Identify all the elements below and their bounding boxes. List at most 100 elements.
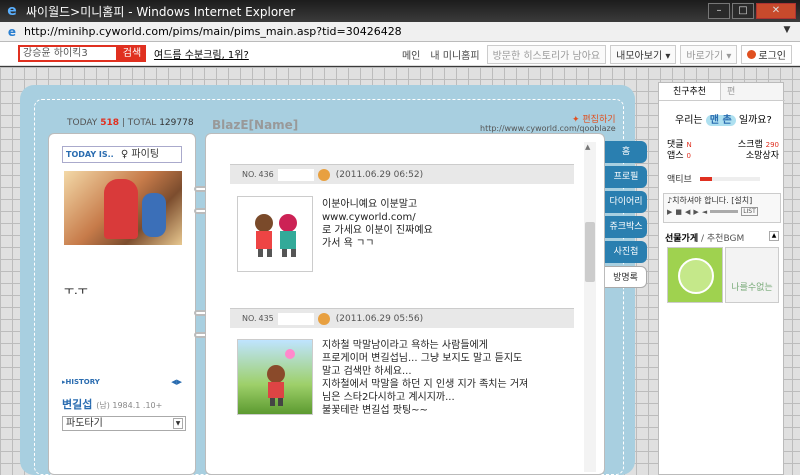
stat-item[interactable]: 스크랩 290 [738, 137, 779, 150]
smiley-icon [678, 258, 714, 294]
ie-logo-icon: e [7, 3, 17, 19]
post-header: NO. 435 (2011.06.29 05:56) [230, 308, 574, 328]
volume-slider[interactable] [710, 210, 739, 213]
minihome-url[interactable]: http://www.cyworld.com/qooblaze [480, 124, 616, 133]
search-button[interactable]: 검색 [118, 45, 146, 62]
today-label: TODAY [67, 118, 98, 128]
gift-item[interactable]: 나를수없는 [725, 247, 779, 303]
photo-figure [104, 179, 138, 239]
post-number: 436 [258, 170, 274, 179]
stat-item[interactable]: 댓글 N [667, 137, 692, 150]
goto-label: 바로가기 [686, 51, 724, 62]
post-line: 님은 스타2다시하고 계시지까... [322, 392, 455, 403]
history-arrows-icon[interactable]: ◀▶ [171, 378, 182, 386]
tab-home[interactable]: 홈 [605, 141, 647, 163]
stats-row: 댓글 N 스크랩 290 [667, 137, 779, 150]
activity-fill [699, 176, 712, 181]
wave-select[interactable]: 파도타기 ▼ [62, 416, 186, 431]
gift-item[interactable] [667, 247, 723, 303]
tab-friend-recommend[interactable]: 친구추천 [659, 83, 721, 100]
menu-my-minihome[interactable]: 내 미니홈피 [427, 47, 482, 62]
gift-shop-header: 선물가게 / 추천BGM ▲ [665, 231, 779, 244]
stop-icon[interactable]: ■ [675, 208, 682, 216]
hot-link[interactable]: 여드름 수분크림, 1위? [154, 46, 249, 61]
post-number: 435 [258, 314, 274, 323]
post-no-label: NO. [242, 170, 257, 179]
post-line: www.cyworld.com/ [322, 212, 416, 223]
scroll-thumb[interactable] [585, 222, 595, 282]
tab-guestbook[interactable]: 방명록 [605, 266, 647, 288]
window-titlebar: e 싸이월드>미니홈피 - Windows Internet Explorer … [0, 0, 800, 22]
stat-item[interactable]: 앱스 0 [667, 148, 691, 161]
minimi-icon [317, 312, 330, 325]
play-icon[interactable]: ▶ [667, 208, 672, 216]
maximize-icon[interactable]: □ [732, 3, 754, 19]
history-label: ▸HISTORY [62, 378, 100, 386]
activity-label: 액티브 [667, 175, 692, 185]
next-icon[interactable]: ▶ [693, 208, 698, 216]
post-line: 불꽃테란 변길섭 팟팅~~ [322, 405, 428, 416]
prev-icon[interactable]: ◀ [685, 208, 690, 216]
address-bar: e http://minihp.cyworld.com/pims/main/pi… [0, 22, 800, 42]
tab-second[interactable]: 편 [721, 83, 783, 100]
tab-diary[interactable]: 다이어리 [605, 191, 647, 213]
chevron-down-icon: ▼ [173, 418, 183, 429]
post-line: 말고 검색만 하세요... [322, 366, 412, 377]
chevron-down-icon: ▾ [726, 51, 732, 62]
post-no-label: NO. [242, 314, 257, 323]
status-message: ㅜ.ㅜ [64, 284, 88, 297]
sidebar-tabs: 친구추천 편 [659, 83, 785, 101]
tab-profile[interactable]: 프로필 [605, 166, 647, 188]
window-controls: – □ ✕ [708, 3, 796, 19]
stats-row: 앱스 0 소망상자 [667, 148, 779, 161]
post-author-box[interactable] [277, 312, 314, 325]
post-body: 지하철 막말남이라고 욕하는 사람들에게 프로게이머 변길섭님... 그냥 보지… [322, 339, 528, 417]
playlist-button[interactable]: LIST [741, 207, 758, 216]
total-count: 129778 [159, 118, 194, 128]
window-title: 싸이월드>미니홈피 - Windows Internet Explorer [26, 4, 296, 19]
bgm-player: ♪치하셔야 합니다. [설치] ▶ ■ ◀ ▶ ◄ LIST [663, 193, 781, 223]
left-panel: TODAY IS.. ♀ 파이팅 ㅜ.ㅜ ▸HISTORY ◀▶ 변길섭 (남)… [48, 133, 196, 475]
tab-photos[interactable]: 사진첩 [605, 241, 647, 263]
today-count: 518 [100, 118, 119, 128]
minimi-field-icon [267, 349, 295, 406]
today-mood: 파이팅 [131, 149, 160, 160]
post-minimi-image [237, 339, 313, 415]
stat-value: 0 [686, 152, 691, 160]
post-line: 프로게이머 변길섭님... 그냥 보지도 말고 듣지도 [322, 353, 523, 364]
gift-subtitle[interactable]: / 추천BGM [701, 234, 744, 244]
total-label: TOTAL [127, 118, 157, 128]
post-line: 지하철에서 막말을 하던 지 인생 지가 족치는 거져 [322, 379, 529, 390]
chevron-down-icon: ▾ [665, 51, 671, 62]
player-song[interactable]: ♪치하셔야 합니다. [설치] [664, 194, 780, 207]
expand-icon[interactable]: ▲ [769, 231, 779, 241]
login-button[interactable]: 로그인 [741, 45, 792, 64]
stat-item[interactable]: 소망상자 [746, 148, 779, 161]
minimize-icon[interactable]: – [708, 3, 730, 19]
question-pill[interactable]: 맨 촌 [705, 115, 736, 126]
chevron-down-icon[interactable]: ▼ [780, 25, 794, 39]
today-is-label: TODAY IS.. [66, 150, 114, 159]
profile-name[interactable]: 변길섭 [62, 398, 92, 411]
scroll-up-icon[interactable]: ▲ [585, 143, 590, 151]
login-icon [747, 50, 757, 59]
activity-bar [699, 176, 760, 181]
post-date: (2011.06.29 05:56) [335, 313, 424, 324]
post-author-box[interactable] [277, 168, 314, 181]
goto-button[interactable]: 바로가기 ▾ [680, 45, 738, 64]
guestbook-scrollbar[interactable]: ▲ [584, 142, 596, 472]
search-input[interactable]: 강승윤 하이킥3 [18, 45, 118, 62]
login-label: 로그인 [758, 51, 786, 62]
collect-button[interactable]: 내모아보기 ▾ [610, 45, 677, 64]
close-icon[interactable]: ✕ [756, 3, 796, 19]
history-header: ▸HISTORY ◀▶ [62, 378, 182, 386]
page-icon: e [7, 24, 17, 39]
post-line: 지하철 막말남이라고 욕하는 사람들에게 [322, 340, 488, 351]
gift-title[interactable]: 선물가게 [665, 234, 698, 244]
profile-photo [64, 171, 182, 245]
url-field[interactable]: http://minihp.cyworld.com/pims/main/pims… [24, 25, 402, 38]
history-button[interactable]: 방문한 히스토리가 남아요 [486, 45, 607, 64]
tab-jukebox[interactable]: 쥬크박스 [605, 216, 647, 238]
menu-main[interactable]: 메인 [399, 47, 423, 62]
player-controls: ▶ ■ ◀ ▶ ◄ LIST [664, 207, 780, 216]
